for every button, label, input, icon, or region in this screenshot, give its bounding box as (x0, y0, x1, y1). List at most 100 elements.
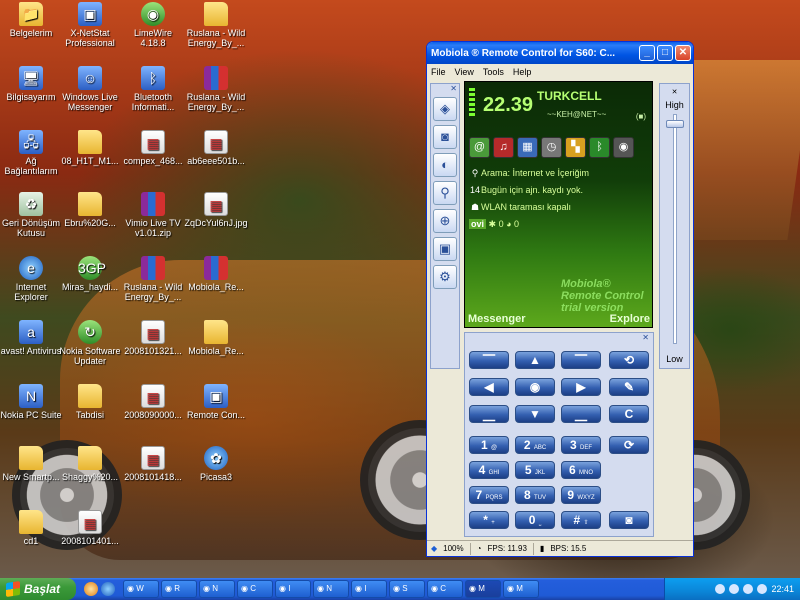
nav-left-key[interactable]: ◀ (469, 378, 509, 396)
music-icon[interactable]: ♫ (493, 137, 514, 158)
desktop-icon[interactable]: Tabdisi (58, 384, 122, 420)
nav-up-key[interactable]: ▲ (515, 351, 555, 369)
desktop-icon[interactable]: Mobiola_Re... (184, 256, 248, 292)
key-star-key[interactable]: * + (469, 511, 509, 529)
phone-row-ovi[interactable]: ovi ✱ 0 ◕ 0 (469, 219, 519, 230)
menu-key[interactable]: ⟲ (609, 351, 649, 369)
softkey-right-key[interactable]: ⎺ (561, 351, 601, 369)
nav-right-key[interactable]: ▶ (561, 378, 601, 396)
ie-icon[interactable] (101, 582, 115, 596)
desktop-icon[interactable]: 🖥 Bilgisayarım (0, 66, 63, 102)
volume-icon[interactable] (729, 584, 740, 594)
firefox-icon[interactable] (84, 582, 98, 596)
menu-help[interactable]: Help (513, 67, 532, 77)
menu-view[interactable]: View (455, 67, 474, 77)
taskbar-button[interactable]: ◉ M (503, 580, 539, 598)
phone-screen[interactable]: 22.39 TURKCELL ~~KEH@NET~~ (■) @ ♫ ▦ ◷ ▚ ᛒ ◉ ⚲… (464, 81, 653, 328)
desktop-icon[interactable]: ▦ 2008101418... (121, 446, 185, 482)
desktop-icon[interactable]: a avast! Antivirus (0, 320, 63, 356)
taskbar-button[interactable]: ◉ I (351, 580, 387, 598)
capture-screen-icon[interactable]: ◐ (433, 153, 457, 177)
key-5-key[interactable]: 5 JKL (515, 461, 555, 479)
phone-row-calendar[interactable]: 14Bugün için ajn. kaydı yok. (469, 185, 583, 195)
desktop-icon[interactable]: ✿ Picasa3 (184, 446, 248, 482)
gallery-icon[interactable]: ▦ (517, 137, 538, 158)
menu-tools[interactable]: Tools (483, 67, 504, 77)
volume-slider[interactable]: ✕ High Low (659, 83, 690, 369)
desktop-icon[interactable]: ♻ Geri Dönüşüm Kutusu (0, 192, 63, 238)
key-1-key[interactable]: 1 @ (469, 436, 509, 454)
desktop-icon[interactable]: ▦ 2008101321... (121, 320, 185, 356)
desktop-icon[interactable]: ▣ Remote Con... (184, 384, 248, 420)
key-0-key[interactable]: 0 ⎵ (515, 511, 555, 529)
desktop-icon[interactable]: ▦ ab6eee501b... (184, 130, 248, 166)
desktop-icon[interactable]: 3GP Miras_haydi... (58, 256, 122, 292)
key-7-key[interactable]: 7 PQRS (469, 486, 509, 504)
desktop-icon[interactable]: cd1 (0, 510, 63, 546)
clock-icon[interactable]: ◷ (541, 137, 562, 158)
network-icon[interactable] (715, 584, 726, 594)
start-button[interactable]: Başlat (0, 578, 76, 600)
desktop-icon[interactable]: 08_H1T_M1... (58, 130, 122, 166)
desktop-icon[interactable]: 🖧 Ağ Bağlantılarım (0, 130, 63, 176)
taskbar-button[interactable]: ◉ C (237, 580, 273, 598)
nav-down-key[interactable]: ▼ (515, 405, 555, 423)
taskbar-button[interactable]: ◉ W (123, 580, 159, 598)
clear-key[interactable]: C (609, 405, 649, 423)
camera-key-key[interactable]: ◙ (609, 511, 649, 529)
desktop-icon[interactable]: 📁 Belgelerim (0, 2, 63, 38)
end-key[interactable]: ⎽ (561, 405, 601, 423)
zoom-in-icon[interactable]: ⊕ (433, 209, 457, 233)
desktop-icon[interactable]: Mobiola_Re... (184, 320, 248, 356)
desktop-icon[interactable]: ↻ Nokia Software Updater (58, 320, 122, 366)
desktop-icon[interactable]: ◉ LimeWire 4.18.8 (121, 2, 185, 48)
key-hash-key[interactable]: # ⇧ (561, 511, 601, 529)
nav-select-key[interactable]: ◉ (515, 378, 555, 396)
desktop-icon[interactable]: Vimio Live TV v1.01.zip (121, 192, 185, 238)
taskbar-button[interactable]: ◉ N (199, 580, 235, 598)
desktop-icon[interactable]: Shaggy%20... (58, 446, 122, 482)
key-3-key[interactable]: 3 DEF (561, 436, 601, 454)
window-icon[interactable]: ▣ (433, 237, 457, 261)
desktop-icon[interactable]: Ruslana - Wild Energy_By_... (184, 2, 248, 48)
menu-file[interactable]: File (431, 67, 446, 77)
volume-track[interactable] (673, 114, 677, 344)
desktop-icon[interactable]: ☺ Windows Live Messenger (58, 66, 122, 112)
key-4-key[interactable]: 4 GHI (469, 461, 509, 479)
keypad-close-icon[interactable]: ✕ (642, 333, 649, 342)
phone-row-search[interactable]: ⚲ Arama: İnternet ve İçeriğim (469, 168, 589, 179)
desktop-icon[interactable]: ▦ 2008101401... (58, 510, 122, 546)
desktop-icon[interactable]: ▣ X-NetStat Professional (58, 2, 122, 48)
volume-thumb[interactable] (666, 120, 684, 128)
desktop-icon[interactable]: Ebru%20G... (58, 192, 122, 228)
key-2-key[interactable]: 2 ABC (515, 436, 555, 454)
minimize-button[interactable]: _ (639, 45, 655, 61)
desktop-icon[interactable]: ▦ compex_468... (121, 130, 185, 166)
key-9-key[interactable]: 9 WXYZ (561, 486, 601, 504)
taskbar-button[interactable]: ◉ R (161, 580, 197, 598)
bluetooth-icon[interactable] (743, 584, 754, 594)
taskbar-button[interactable]: ◉ S (389, 580, 425, 598)
key-6-key[interactable]: 6 MNO (561, 461, 601, 479)
desktop-icon[interactable]: ▦ 2008090000... (121, 384, 185, 420)
desktop-icon[interactable]: Ruslana - Wild Energy_By_... (121, 256, 185, 302)
taskbar-button[interactable]: ◉ C (427, 580, 463, 598)
taskbar-button[interactable]: ◉ M (465, 580, 501, 598)
speaker-icon[interactable]: ◉ (613, 137, 634, 158)
desktop-icon[interactable]: ᛒ Bluetooth Informati... (121, 66, 185, 112)
desktop-icon[interactable]: New Smartp... (0, 446, 63, 482)
softkey-left-key[interactable]: ⎺ (469, 351, 509, 369)
taskbar-button[interactable]: ◉ I (275, 580, 311, 598)
volume-close-icon[interactable]: ✕ (660, 88, 689, 96)
softkey-left-label[interactable]: Messenger (468, 313, 525, 325)
desktop-icon[interactable]: ▦ ZqDcYul6nJ.jpg (184, 192, 248, 228)
pencil-key[interactable]: ✎ (609, 378, 649, 396)
at-icon[interactable]: @ (469, 137, 490, 158)
taskbar-button[interactable]: ◉ N (313, 580, 349, 598)
maximize-button[interactable]: □ (657, 45, 673, 61)
tool-panel-close-icon[interactable]: ✕ (431, 84, 459, 93)
key-8-key[interactable]: 8 TUV (515, 486, 555, 504)
phone-row-wlan[interactable]: ☗ WLAN taraması kapalı (469, 202, 571, 213)
title-bar[interactable]: Mobiola ® Remote Control for S60: C... _… (427, 42, 693, 64)
layers-icon[interactable]: ◈ (433, 97, 457, 121)
